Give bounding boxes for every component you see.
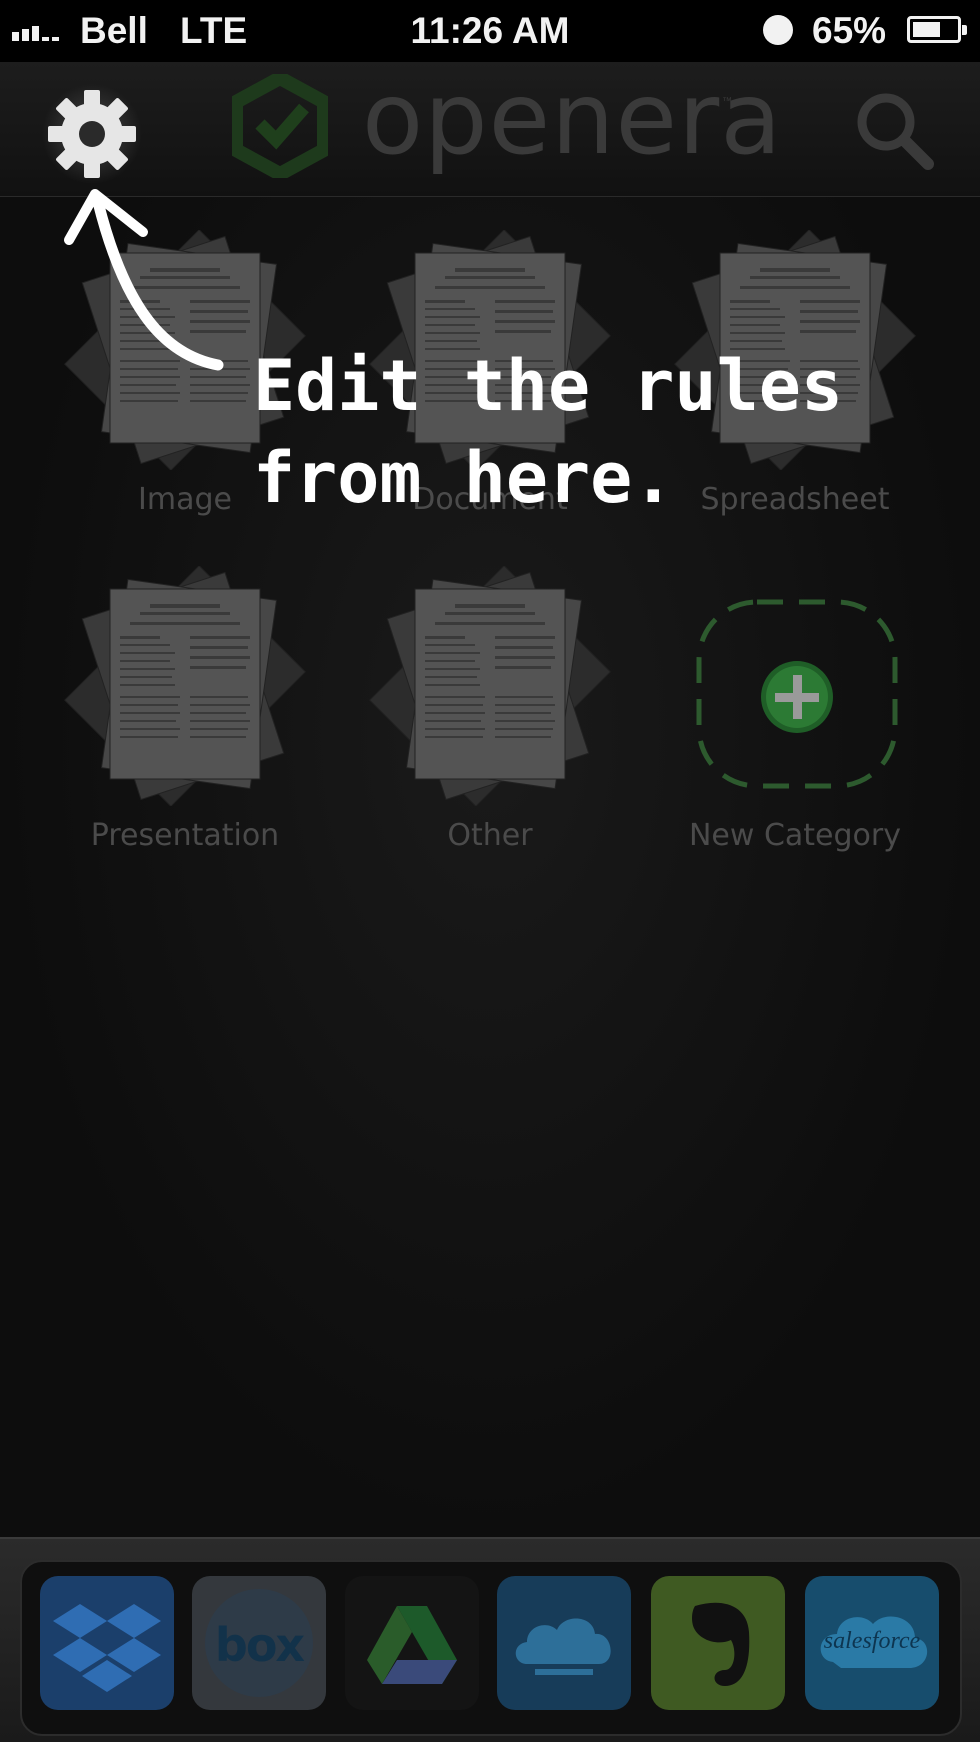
box-button[interactable]: box [192, 1576, 326, 1710]
category-label: New Category [688, 818, 901, 853]
logo-wordmark: openera [362, 60, 783, 177]
evernote-button[interactable] [651, 1576, 785, 1710]
annotation-text: Edit the rules from here. [253, 340, 843, 524]
logo-trademark: ™ [722, 96, 732, 107]
gear-icon [48, 90, 136, 178]
search-button[interactable] [852, 88, 938, 174]
battery-percent: 65% [812, 10, 887, 51]
category-label: Presentation [90, 818, 280, 853]
box-label: box [214, 1618, 305, 1672]
status-bar: Bell LTE 11:26 AM 65% [0, 0, 980, 62]
battery-icon [907, 16, 967, 43]
dropbox-icon [53, 1604, 161, 1692]
annotation-line-2: from here. [253, 437, 675, 519]
dropbox-button[interactable] [40, 1576, 174, 1710]
openera-logo-mark-icon [232, 74, 328, 178]
skydrive-button[interactable] [497, 1576, 631, 1710]
skydrive-icon [515, 1618, 611, 1675]
google-drive-button[interactable] [345, 1576, 479, 1710]
search-icon [857, 93, 934, 170]
category-presentation[interactable]: Presentation [40, 566, 330, 906]
settings-button[interactable] [40, 82, 144, 186]
new-category-placeholder [696, 599, 898, 789]
category-label: Other [447, 818, 533, 853]
plus-circle-icon [761, 661, 833, 733]
google-drive-icon [367, 1606, 457, 1684]
annotation-line-1: Edit the rules [253, 345, 844, 427]
alarm-clock-icon [763, 15, 793, 45]
evernote-icon [692, 1602, 750, 1686]
salesforce-button[interactable]: salesforce [805, 1576, 939, 1710]
category-other[interactable]: Other [345, 566, 635, 906]
salesforce-label: salesforce [823, 1628, 921, 1654]
new-category-button[interactable]: New Category [650, 566, 940, 906]
annotation-arrow [64, 189, 224, 371]
openera-logo: openera ™ [232, 60, 781, 182]
